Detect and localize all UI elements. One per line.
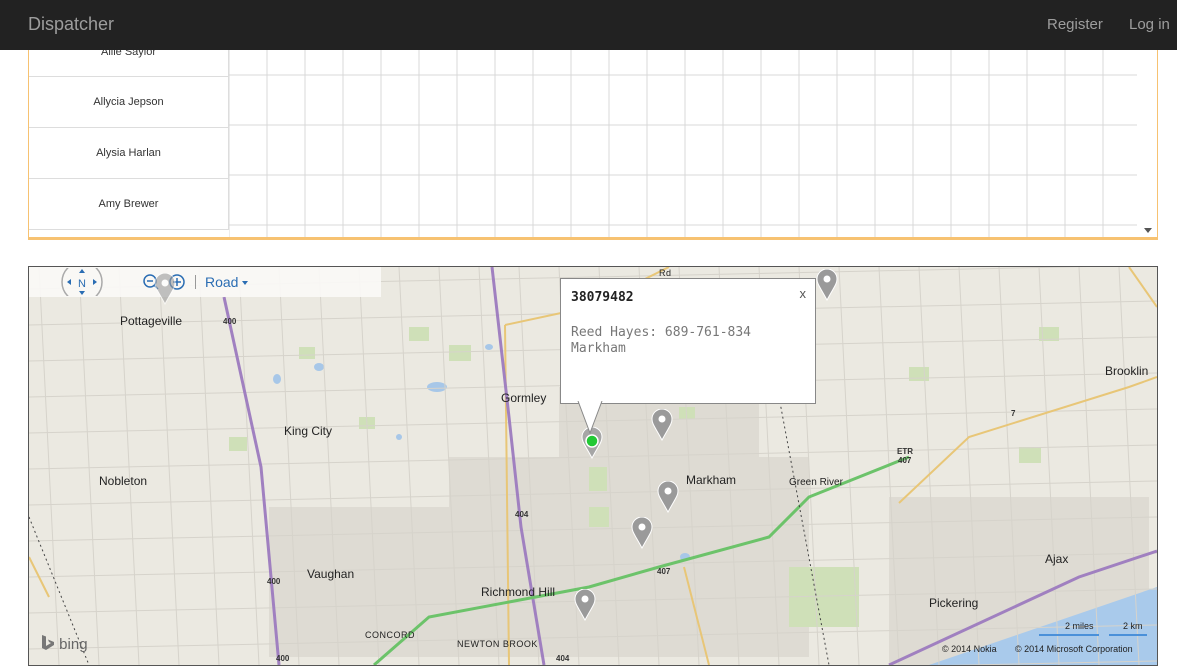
location-pin-icon[interactable] [574, 589, 596, 621]
driver-name-row[interactable]: Alysia Harlan [29, 128, 229, 179]
scroll-down-icon[interactable] [1144, 228, 1152, 233]
scale-bar [1039, 634, 1147, 636]
popup-body: Reed Hayes: 689-761-834 Markham [571, 325, 751, 357]
map-style-dropdown[interactable]: Road [205, 274, 238, 290]
scale-km: 2 km [1123, 621, 1143, 631]
bing-logo: bing [41, 635, 88, 653]
compass-north-label: N [78, 278, 86, 290]
place-label: Nobleton [99, 474, 148, 488]
popup-city: Markham [571, 341, 626, 356]
highway-shield: 7 [1011, 409, 1016, 418]
map-toolbar: N Road [29, 267, 381, 297]
scale-km-label: 2 km [1123, 621, 1143, 631]
driver-name: Alysia Harlan [96, 147, 161, 159]
brand-link[interactable]: Dispatcher [28, 14, 114, 35]
highway-shield: 407 [898, 456, 912, 465]
popup-pointer [577, 401, 603, 435]
place-label: Richmond Hill [481, 585, 556, 599]
driver-name: Amy Brewer [98, 198, 159, 210]
highway-shield: ETR [897, 447, 913, 456]
highway-shield: 400 [267, 577, 281, 586]
bing-logo-text: bing [59, 636, 88, 653]
driver-name: Allycia Jepson [93, 96, 164, 108]
info-popup: 38079482 x Reed Hayes: 689-761-834 Markh… [560, 278, 816, 404]
login-link[interactable]: Log in [1129, 16, 1170, 33]
road-label: Rd [659, 268, 672, 278]
driver-name: Allie Saylor [100, 50, 157, 58]
place-label: Pottageville [120, 314, 183, 328]
popup-title: 38079482 [571, 290, 634, 305]
register-link[interactable]: Register [1047, 16, 1103, 33]
place-label: Vaughan [307, 567, 355, 581]
place-label: Gormley [501, 391, 547, 405]
map-view[interactable]: N Road Pottageville King City Nobleton V… [28, 266, 1158, 666]
highway-shield: 404 [515, 510, 529, 519]
popup-contact: Reed Hayes: 689-761-834 [571, 325, 752, 340]
driver-name-column: Allie Saylor Allycia Jepson Alysia Harla… [29, 50, 229, 230]
place-label: CONCORD [365, 630, 415, 640]
highway-shield: 404 [556, 654, 570, 663]
highway-shield: 400 [223, 317, 237, 326]
time-slot-grid[interactable] [229, 50, 1137, 239]
bing-icon [42, 635, 54, 650]
navbar: Dispatcher Register Log in [0, 0, 1177, 50]
location-pin-icon[interactable] [154, 273, 176, 305]
driver-name-row[interactable]: Allycia Jepson [29, 77, 229, 128]
schedule-grid: Allie Saylor Allycia Jepson Alysia Harla… [28, 50, 1158, 240]
location-pin-icon[interactable] [631, 517, 653, 549]
scale-miles: 2 miles [1065, 621, 1094, 631]
location-pin-icon[interactable] [651, 409, 673, 441]
schedule-border [29, 237, 1157, 239]
place-label: Ajax [1045, 552, 1069, 566]
place-label: King City [284, 424, 333, 438]
location-pin-icon[interactable] [816, 269, 838, 301]
place-label: Markham [686, 473, 737, 487]
place-label: NEWTON BROOK [457, 639, 538, 649]
compass-icon[interactable]: N [61, 268, 103, 296]
highway-shield: 400 [276, 654, 290, 663]
place-label: Green River [789, 477, 843, 488]
place-label: Pickering [929, 596, 979, 610]
driver-name-row[interactable]: Allie Saylor [29, 50, 229, 77]
copyright-microsoft: © 2014 Microsoft Corporation [1015, 644, 1133, 654]
toolbar-divider [195, 275, 196, 289]
vertical-scrollbar[interactable] [1138, 50, 1157, 239]
highway-shield: 407 [657, 567, 671, 576]
close-icon[interactable]: x [800, 286, 807, 301]
chevron-down-icon[interactable] [242, 281, 248, 285]
scale-miles-label: 2 miles [1065, 621, 1094, 631]
driver-name-row[interactable]: Amy Brewer [29, 179, 229, 230]
copyright-nokia: © 2014 Nokia [942, 644, 997, 654]
place-label: Brooklin [1105, 364, 1149, 378]
location-pin-icon[interactable] [657, 481, 679, 513]
